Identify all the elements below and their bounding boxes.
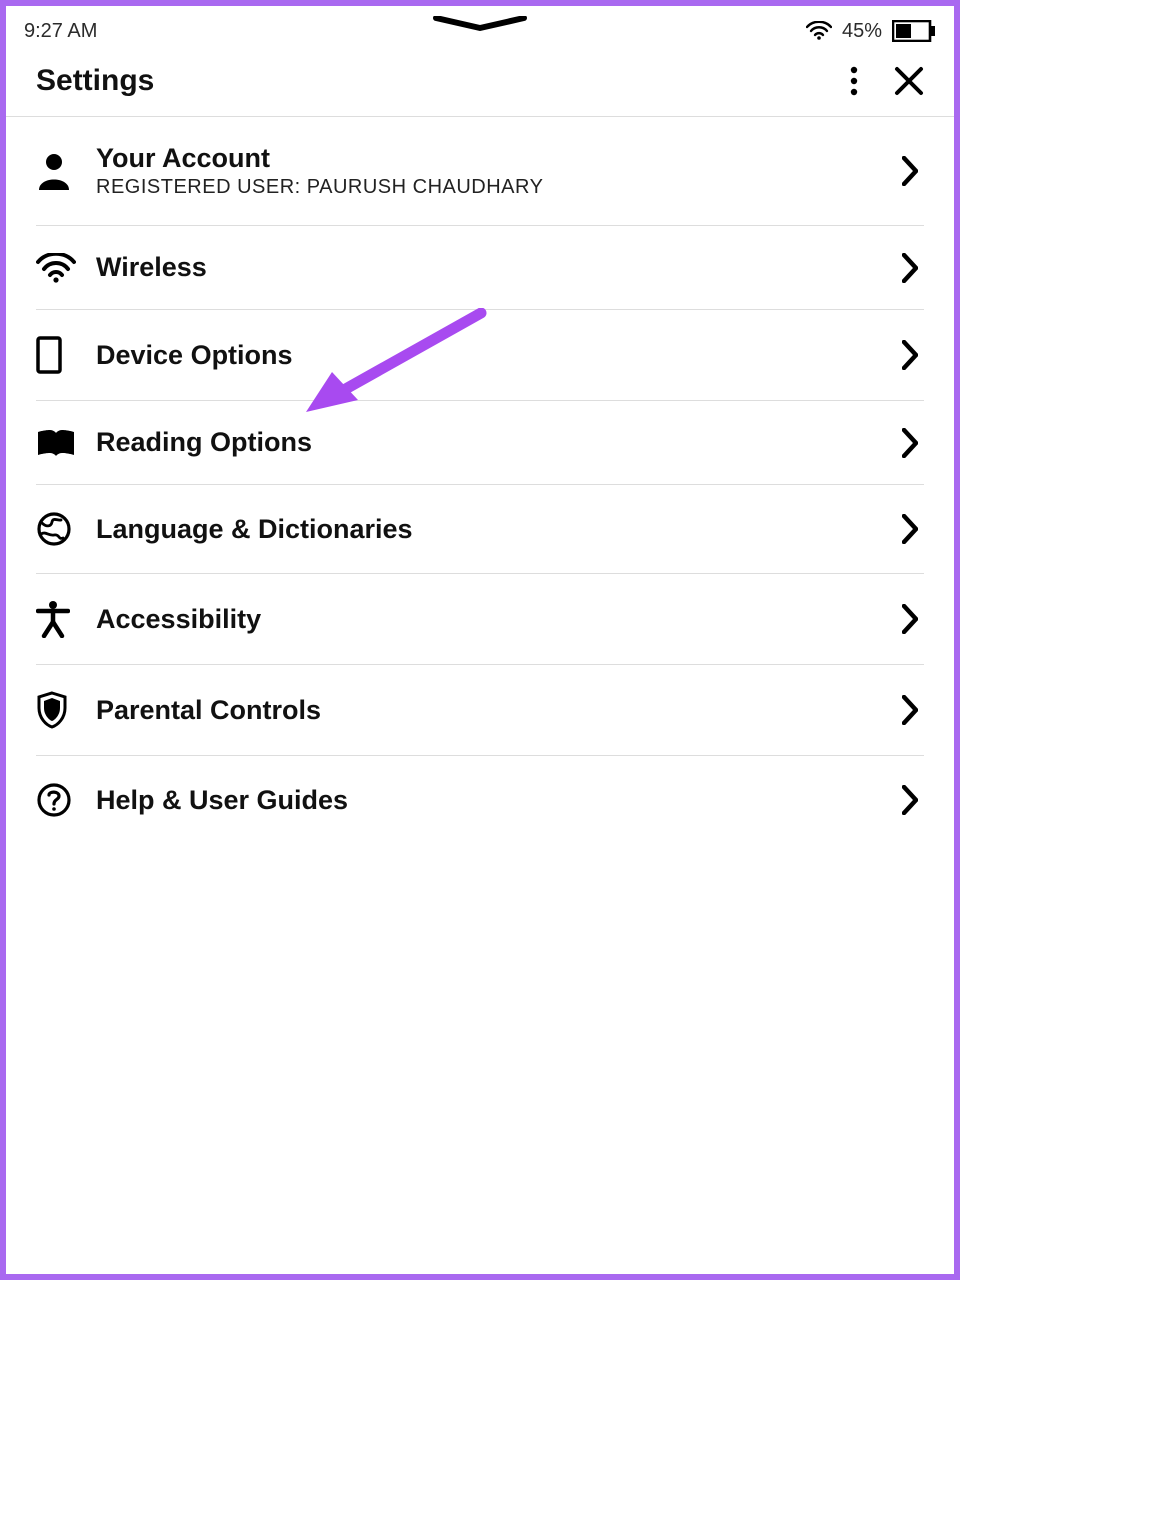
- accessibility-icon: [36, 600, 80, 638]
- item-label: Accessibility: [96, 604, 896, 635]
- item-subtitle: REGISTERED USER: PAURUSH CHAUDHARY: [96, 176, 896, 199]
- settings-item-accessibility[interactable]: Accessibility: [36, 574, 924, 665]
- chevron-right-icon: [896, 604, 924, 634]
- battery-icon: [892, 20, 936, 42]
- more-options-icon[interactable]: [850, 66, 858, 96]
- chevron-right-icon: [896, 156, 924, 186]
- item-label: Help & User Guides: [96, 785, 896, 816]
- globe-icon: [36, 511, 80, 547]
- settings-item-parental-controls[interactable]: Parental Controls: [36, 665, 924, 756]
- settings-list: Your Account REGISTERED USER: PAURUSH CH…: [6, 117, 954, 844]
- item-label: Device Options: [96, 340, 896, 371]
- wifi-icon: [36, 253, 80, 283]
- item-label: Language & Dictionaries: [96, 514, 896, 545]
- device-icon: [36, 336, 80, 374]
- item-label: Your Account: [96, 143, 896, 174]
- chevron-right-icon: [896, 428, 924, 458]
- swipe-handle-icon[interactable]: [430, 16, 530, 32]
- close-icon[interactable]: [894, 66, 924, 96]
- page-header: Settings: [6, 48, 954, 117]
- page-title: Settings: [36, 64, 154, 98]
- help-icon: [36, 782, 80, 818]
- book-icon: [36, 428, 80, 458]
- settings-item-help[interactable]: Help & User Guides: [36, 756, 924, 844]
- shield-icon: [36, 691, 80, 729]
- person-icon: [36, 152, 80, 190]
- item-label: Wireless: [96, 252, 896, 283]
- battery-percent: 45%: [842, 20, 882, 43]
- settings-item-language-dictionaries[interactable]: Language & Dictionaries: [36, 485, 924, 574]
- wifi-icon: [806, 21, 832, 41]
- status-time: 9:27 AM: [24, 20, 97, 43]
- settings-item-wireless[interactable]: Wireless: [36, 226, 924, 310]
- status-right: 45%: [806, 20, 936, 43]
- chevron-right-icon: [896, 253, 924, 283]
- chevron-right-icon: [896, 785, 924, 815]
- settings-item-device-options[interactable]: Device Options: [36, 310, 924, 401]
- item-label: Parental Controls: [96, 695, 896, 726]
- settings-item-reading-options[interactable]: Reading Options: [36, 401, 924, 485]
- item-label: Reading Options: [96, 427, 896, 458]
- settings-item-your-account[interactable]: Your Account REGISTERED USER: PAURUSH CH…: [36, 117, 924, 226]
- chevron-right-icon: [896, 514, 924, 544]
- chevron-right-icon: [896, 695, 924, 725]
- chevron-right-icon: [896, 340, 924, 370]
